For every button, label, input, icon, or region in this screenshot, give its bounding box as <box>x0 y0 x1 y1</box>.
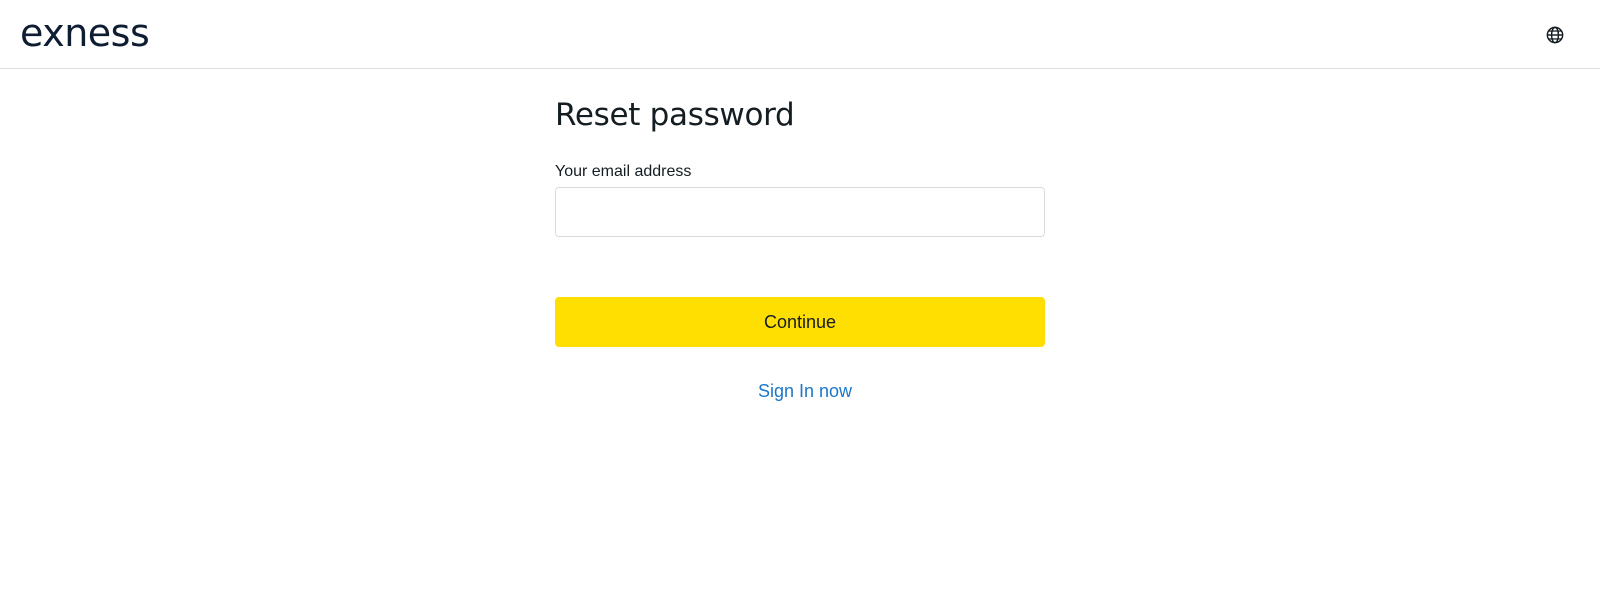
top-header: exness <box>0 0 1600 69</box>
exness-logo[interactable]: exness <box>20 8 150 58</box>
globe-icon <box>1546 26 1564 44</box>
continue-button[interactable]: Continue <box>555 297 1045 347</box>
reset-password-form: Reset password Your email address Contin… <box>555 90 1045 402</box>
language-button[interactable] <box>1540 20 1570 50</box>
page-title: Reset password <box>555 97 795 133</box>
email-label: Your email address <box>555 163 692 180</box>
sign-in-link[interactable]: Sign In now <box>565 380 1045 402</box>
email-field[interactable] <box>555 187 1045 237</box>
